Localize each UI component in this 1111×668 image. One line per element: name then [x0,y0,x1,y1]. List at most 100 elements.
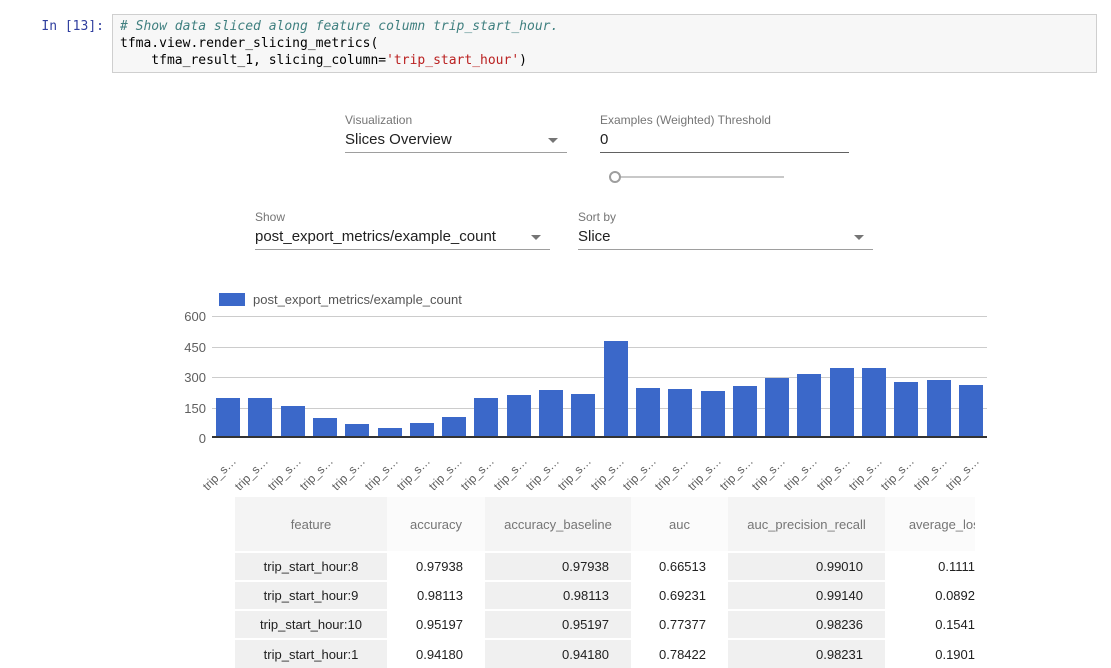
bar[interactable] [604,341,628,436]
sort-by-label: Sort by [578,210,616,224]
metrics-table-container[interactable]: featureaccuracyaccuracy_baselineaucauc_p… [235,497,975,668]
column-header: auc [631,497,728,552]
feature-cell: trip_start_hour:9 [235,581,387,610]
visualization-underline [345,152,567,153]
legend-label: post_export_metrics/example_count [253,292,462,307]
cell-execution-prompt: In [13]: [18,19,104,34]
sort-underline [578,249,873,250]
y-axis-tick-label: 300 [160,370,206,385]
code-line-3-close: ) [519,53,527,68]
bar[interactable] [830,368,854,436]
bar[interactable] [216,398,240,436]
metric-cell: 0.78422 [631,639,728,668]
bar[interactable] [636,388,660,436]
bar[interactable] [797,374,821,436]
x-axis: trip_s…trip_s…trip_s…trip_s…trip_s…trip_… [212,442,987,482]
column-header: accuracy [387,497,485,552]
gridline [212,347,987,348]
visualization-label: Visualization [345,113,412,127]
bar[interactable] [248,398,272,436]
bar[interactable] [571,394,595,436]
bar[interactable] [668,389,692,436]
column-header: average_loss [885,497,975,552]
feature-cell: trip_start_hour:8 [235,552,387,581]
table-row[interactable]: trip_start_hour:10.941800.941800.784220.… [235,639,975,668]
notebook-screen: In [13]: # Show data sliced along featur… [0,0,1111,668]
metric-cell: 0.94180 [387,639,485,668]
threshold-input[interactable]: 0 [600,131,608,148]
bar[interactable] [345,424,369,436]
column-header: feature [235,497,387,552]
table-row[interactable]: trip_start_hour:100.951970.951970.773770… [235,610,975,639]
bar[interactable] [281,406,305,436]
show-underline [255,249,550,250]
y-axis-tick-label: 0 [160,431,206,446]
metric-cell: 0.99140 [728,581,885,610]
metric-cell: 0.77377 [631,610,728,639]
metric-cell: 0.1901 [885,639,975,668]
code-string: 'trip_start_hour' [386,53,519,68]
metric-cell: 0.0892 [885,581,975,610]
metric-cell: 0.1111 [885,552,975,581]
feature-cell: trip_start_hour:1 [235,639,387,668]
metric-cell: 0.98236 [728,610,885,639]
column-header: accuracy_baseline [485,497,631,552]
metric-cell: 0.98113 [485,581,631,610]
metric-cell: 0.69231 [631,581,728,610]
code-content: # Show data sliced along feature column … [120,18,1089,69]
bar[interactable] [474,398,498,436]
bar[interactable] [701,391,725,436]
metric-cell: 0.95197 [485,610,631,639]
y-axis-tick-label: 450 [160,340,206,355]
bar[interactable] [539,390,563,436]
metrics-table: featureaccuracyaccuracy_baselineaucauc_p… [235,497,975,668]
table-row[interactable]: trip_start_hour:90.981130.981130.692310.… [235,581,975,610]
threshold-underline [600,152,849,153]
metric-cell: 0.98113 [387,581,485,610]
y-axis-tick-label: 600 [160,309,206,324]
metric-cell: 0.1541 [885,610,975,639]
metric-cell: 0.66513 [631,552,728,581]
code-line-2: tfma.view.render_slicing_metrics( [120,36,378,51]
chevron-down-icon[interactable] [854,235,864,240]
visualization-select[interactable]: Slices Overview [345,131,452,148]
bar[interactable] [410,423,434,436]
bar-chart-plot-area [212,316,987,438]
legend-swatch [219,293,245,306]
threshold-slider-track[interactable] [616,176,784,178]
feature-cell: trip_start_hour:10 [235,610,387,639]
bar[interactable] [894,382,918,436]
show-metric-select[interactable]: post_export_metrics/example_count [255,228,496,245]
code-comment: # Show data sliced along feature column … [120,19,558,34]
bar[interactable] [507,395,531,436]
bar[interactable] [733,386,757,436]
y-axis-tick-label: 150 [160,401,206,416]
bar[interactable] [959,385,983,436]
code-cell[interactable]: # Show data sliced along feature column … [112,14,1097,73]
column-header: auc_precision_recall [728,497,885,552]
table-row[interactable]: trip_start_hour:80.979380.979380.665130.… [235,552,975,581]
code-line-3: tfma_result_1, slicing_column= [120,53,386,68]
chart-legend: post_export_metrics/example_count [219,292,462,307]
metric-cell: 0.97938 [485,552,631,581]
table-body: trip_start_hour:80.979380.979380.665130.… [235,552,975,668]
sort-by-select[interactable]: Slice [578,228,611,245]
metric-cell: 0.97938 [387,552,485,581]
chevron-down-icon[interactable] [531,235,541,240]
show-label: Show [255,210,285,224]
metric-cell: 0.99010 [728,552,885,581]
bar[interactable] [442,417,466,436]
bar[interactable] [862,368,886,436]
table-header-row: featureaccuracyaccuracy_baselineaucauc_p… [235,497,975,552]
bar[interactable] [927,380,951,436]
threshold-label: Examples (Weighted) Threshold [600,113,771,127]
gridline [212,316,987,317]
bar[interactable] [765,378,789,436]
metric-cell: 0.95197 [387,610,485,639]
threshold-slider-handle[interactable] [609,171,621,183]
bar[interactable] [378,428,402,436]
chevron-down-icon[interactable] [548,138,558,143]
metric-cell: 0.94180 [485,639,631,668]
metric-cell: 0.98231 [728,639,885,668]
bar[interactable] [313,418,337,436]
